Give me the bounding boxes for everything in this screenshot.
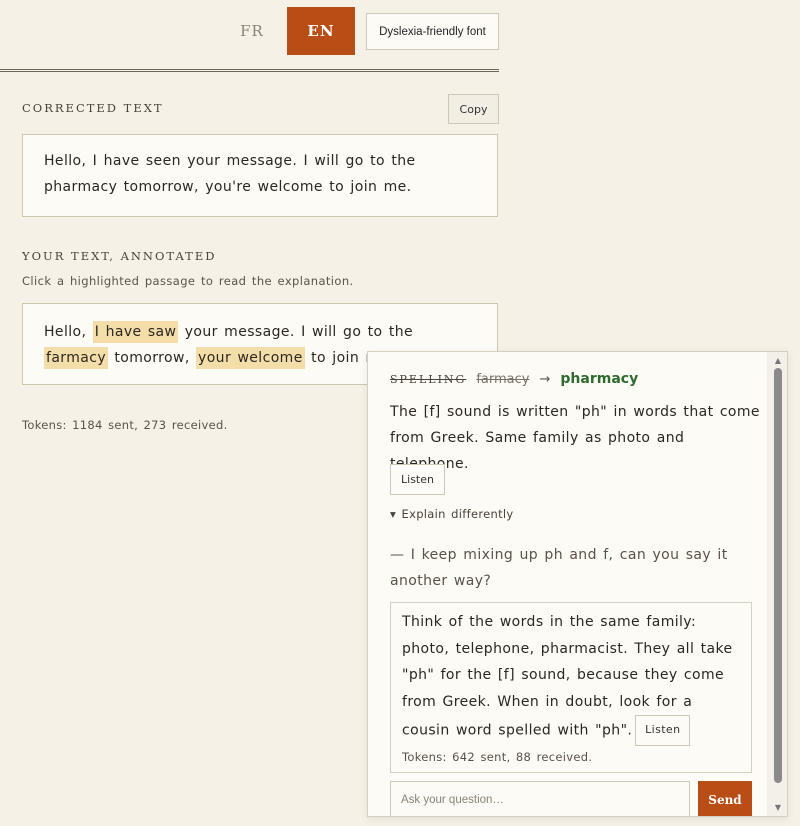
send-button[interactable]: Send [698, 781, 752, 816]
annotated-segment: your message. I will go to the [178, 324, 414, 340]
annotated-text-title: Your text, annotated [22, 249, 217, 263]
language-fr-button[interactable]: FR [218, 7, 286, 55]
user-question: — I keep mixing up ph and f, can you say… [390, 547, 728, 589]
language-en-button[interactable]: EN [287, 7, 355, 55]
annotated-segment: tomorrow, [108, 350, 197, 366]
header-divider [0, 69, 499, 72]
answer-listen-button[interactable]: Listen [635, 715, 691, 746]
scroll-thumb[interactable] [774, 368, 782, 783]
dyslexia-font-button[interactable]: Dyslexia-friendly font [366, 13, 499, 50]
corrected-word: pharmacy [560, 371, 639, 387]
highlight-passage[interactable]: your welcome [196, 347, 305, 369]
token-usage: Tokens: 1184 sent, 273 received. [22, 418, 228, 432]
annotated-hint: Click a highlighted passage to read the … [22, 274, 354, 288]
explain-differently-toggle[interactable]: ▾ Explain differently [390, 507, 514, 521]
corrected-text-title: Corrected text [22, 101, 164, 115]
highlight-passage[interactable]: I have saw [92, 321, 179, 343]
explanation-text: The [f] sound is written "ph" in words t… [390, 404, 760, 472]
explanation-popup: Spelling farmacy → pharmacy The [f] soun… [367, 351, 788, 817]
arrow-icon: → [539, 372, 551, 387]
scroll-up-icon[interactable]: ▲ [775, 356, 781, 365]
error-category: Spelling [390, 373, 467, 386]
popup-scrollbar[interactable]: ▲ ▼ [767, 352, 787, 816]
listen-button[interactable]: Listen [390, 464, 445, 495]
popup-header: Spelling farmacy → pharmacy [390, 371, 638, 387]
answer-token-usage: Tokens: 642 sent, 88 received. [402, 750, 593, 764]
corrected-text-box: Hello, I have seen your message. I will … [22, 134, 498, 217]
scroll-down-icon[interactable]: ▼ [775, 803, 781, 812]
ask-question-input[interactable] [390, 781, 690, 816]
corrected-text: Hello, I have seen your message. I will … [44, 153, 416, 195]
answer-box: Think of the words in the same family: p… [390, 602, 752, 773]
annotated-segment: Hello, [44, 324, 93, 340]
highlight-passage[interactable]: farmacy [44, 347, 109, 369]
original-word: farmacy [476, 372, 530, 387]
copy-button[interactable]: Copy [448, 94, 499, 124]
